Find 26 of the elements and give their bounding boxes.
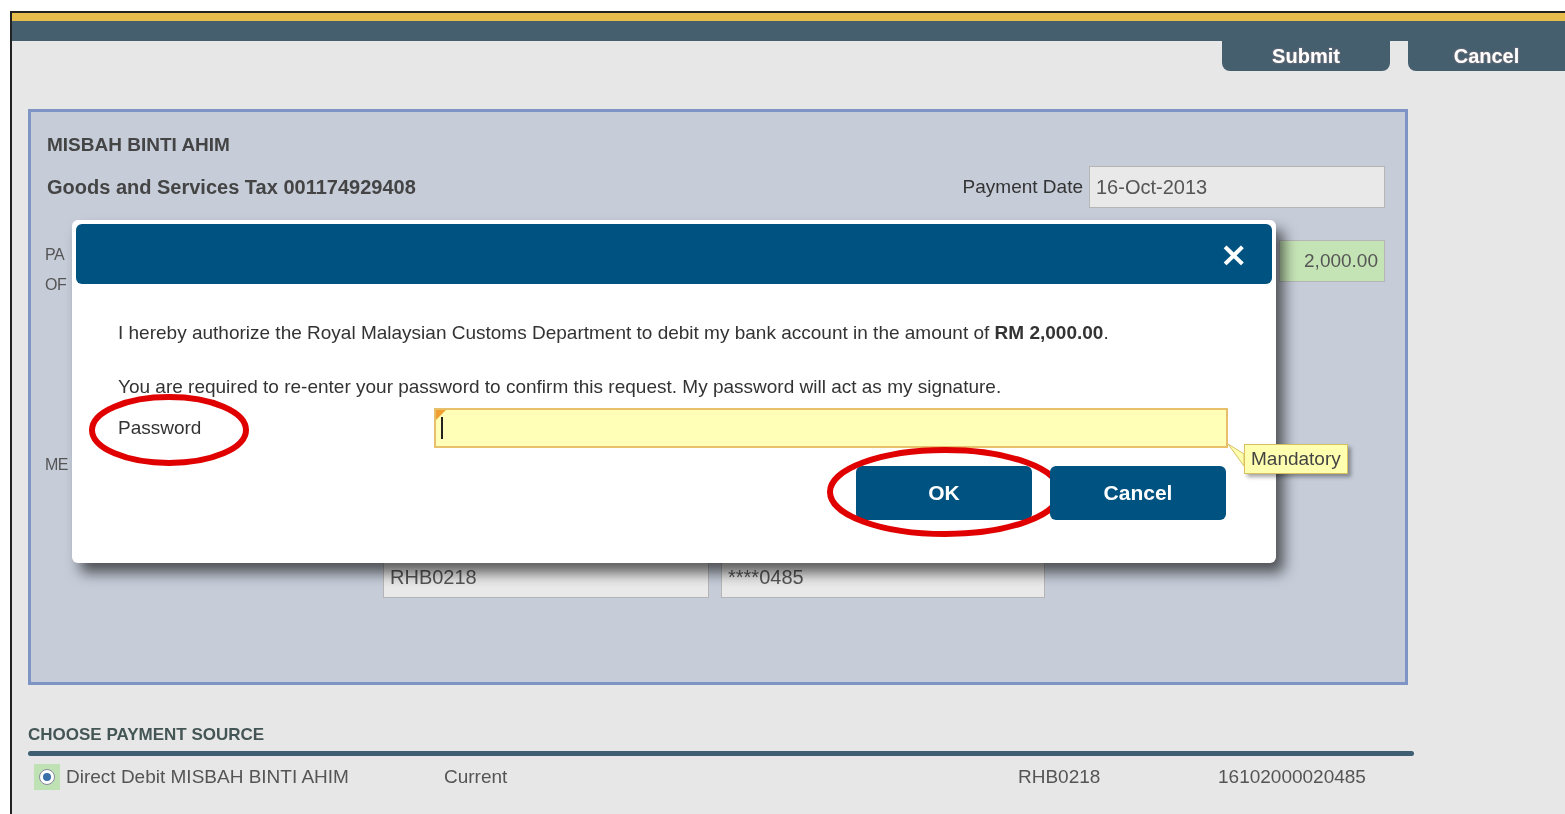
text-cursor (441, 417, 443, 439)
field-label: PA (45, 245, 66, 265)
section-title: CHOOSE PAYMENT SOURCE (28, 725, 265, 745)
amount-field[interactable]: 2,000.00 (1279, 240, 1385, 282)
source-name: Direct Debit MISBAH BINTI AHIM (66, 766, 350, 788)
bank-code: RHB0218 (1018, 766, 1102, 788)
dialog-button[interactable]: OK (856, 466, 1032, 520)
payment-date-field[interactable]: 16-Oct-2013 (1089, 166, 1385, 208)
instruction-text: You are required to re-enter your password to confirm this request. My password will act as my signature. (118, 376, 1003, 398)
field-label: OF (45, 275, 67, 295)
account-type: Current (444, 766, 509, 788)
account-number: 16102000020485 (1218, 766, 1366, 788)
tab-button[interactable]: Cancel (1408, 41, 1565, 71)
field-label: ME (45, 456, 68, 473)
tab-button[interactable]: Submit (1222, 41, 1390, 71)
corner-marker-icon (436, 410, 446, 420)
account-name: MISBAH BINTI AHIM (47, 134, 230, 156)
close-button[interactable]: × (1219, 237, 1248, 271)
password-label: Password (118, 417, 202, 438)
authorization-text: I hereby authorize the Royal Malaysian Customs Department to debit my bank account in the amount of RM 2,000.00. (118, 322, 1110, 344)
payment-date-label: Payment Date (962, 176, 1083, 198)
radio-button[interactable] (39, 769, 55, 785)
tax-account: Goods and Services Tax 001174929408 (47, 175, 416, 199)
tooltip-pointer-icon (1226, 442, 1246, 468)
dialog-button[interactable]: Cancel (1050, 466, 1226, 520)
password-field[interactable] (434, 408, 1228, 448)
